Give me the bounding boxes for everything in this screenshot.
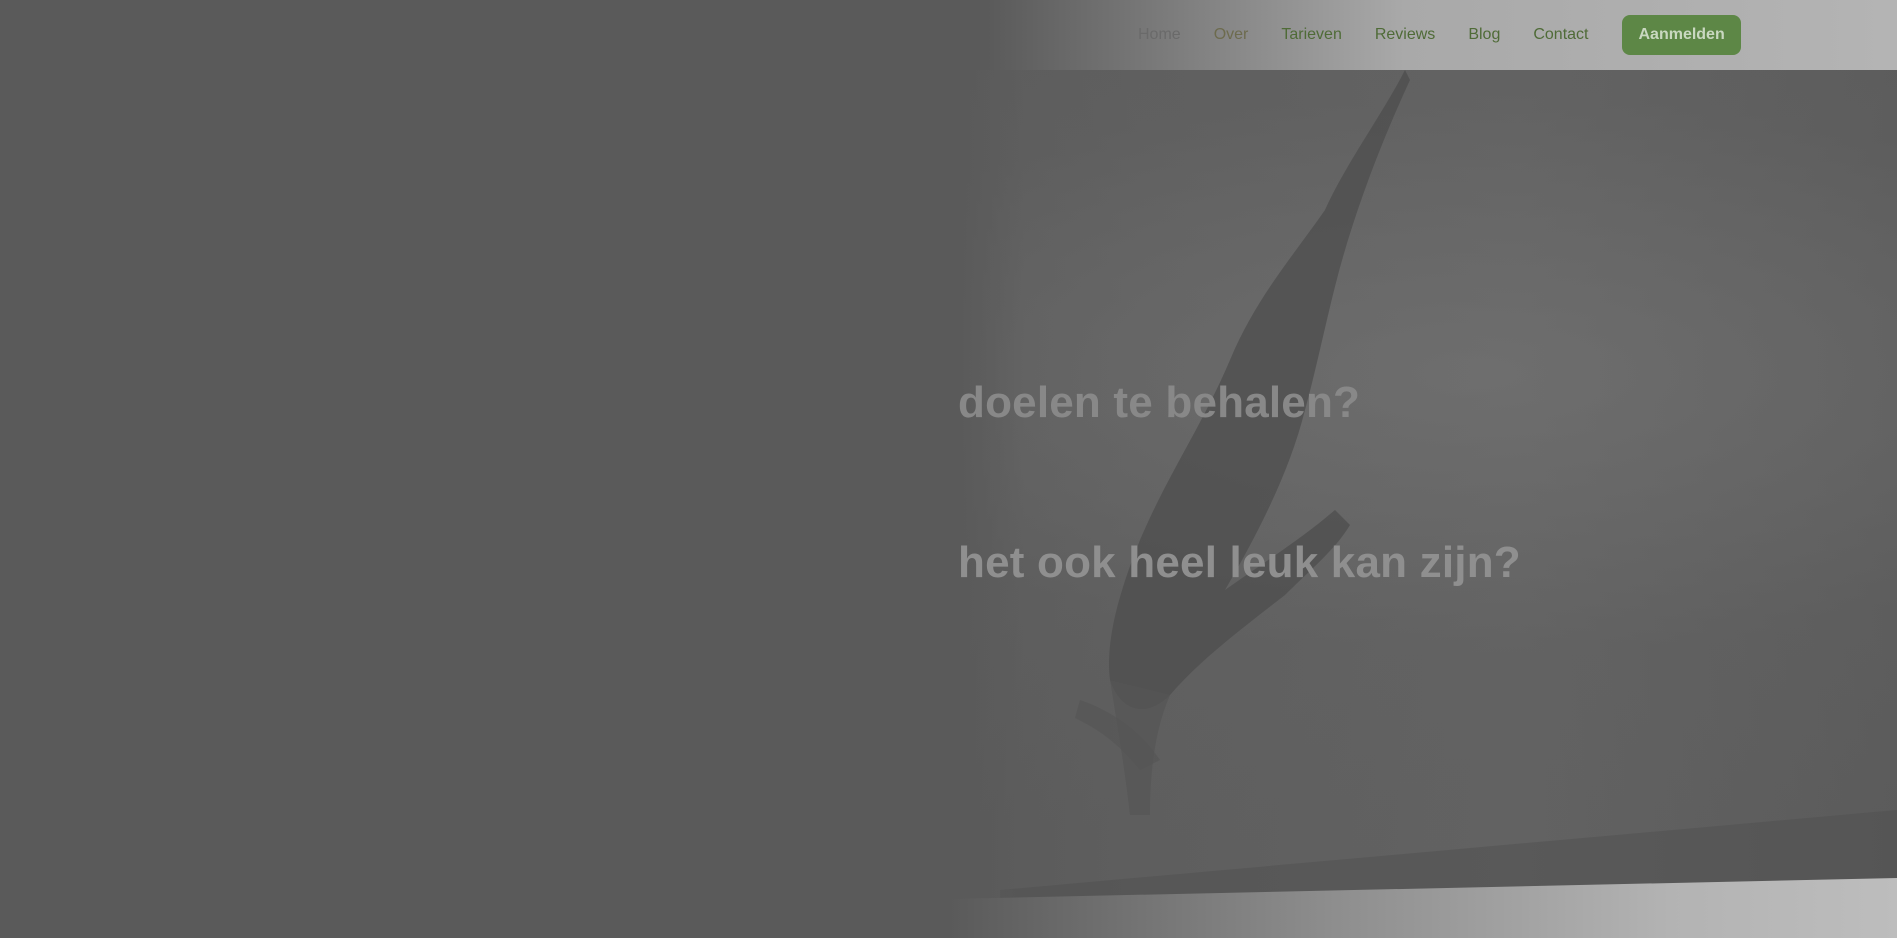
nav-item-tarieven[interactable]: Tarieven — [1281, 26, 1341, 44]
main-nav: Home Over Tarieven Reviews Blog Contact … — [1138, 0, 1741, 70]
nav-item-reviews[interactable]: Reviews — [1375, 26, 1435, 44]
nav-item-over[interactable]: Over — [1214, 26, 1249, 44]
nav-item-contact[interactable]: Contact — [1533, 26, 1588, 44]
hero-section: doelen te behalen? het ook heel leuk kan… — [0, 70, 1897, 938]
site-header: Home Over Tarieven Reviews Blog Contact … — [0, 0, 1897, 70]
signup-button[interactable]: Aanmelden — [1622, 15, 1741, 55]
nav-item-blog[interactable]: Blog — [1468, 26, 1500, 44]
hero-heading-line1: doelen te behalen? — [958, 378, 1361, 427]
page: Home Over Tarieven Reviews Blog Contact … — [0, 0, 1897, 938]
hero-heading-line2: het ook heel leuk kan zijn? — [958, 538, 1521, 587]
yoga-handstand-photo — [1000, 70, 1897, 938]
nav-item-home[interactable]: Home — [1138, 26, 1181, 44]
